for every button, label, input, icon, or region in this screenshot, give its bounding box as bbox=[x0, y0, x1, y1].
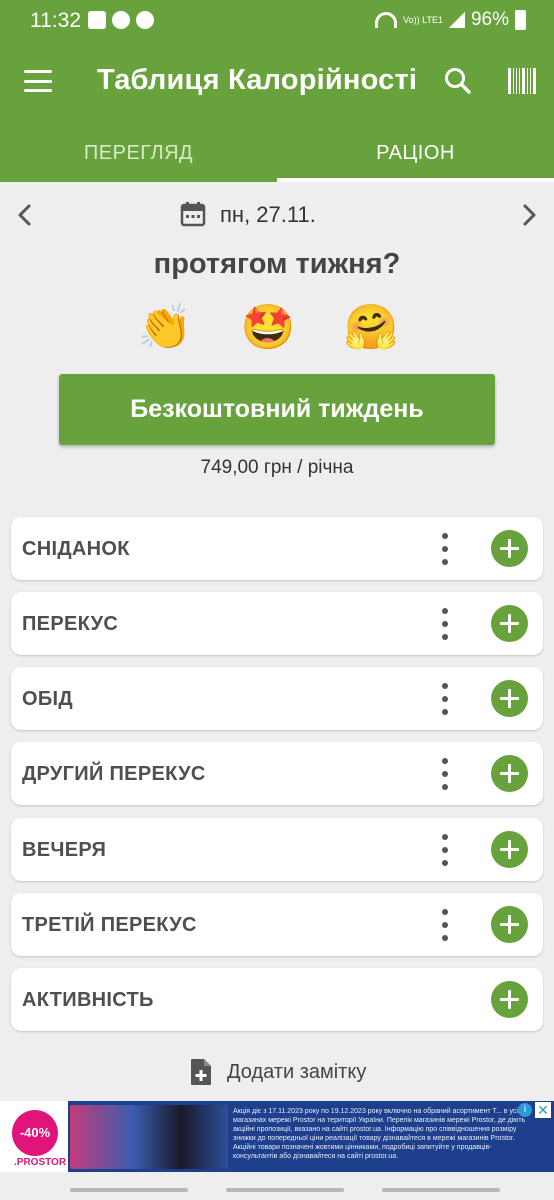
add-circle-icon[interactable] bbox=[491, 906, 528, 943]
meal-label: ВЕЧЕРЯ bbox=[22, 839, 107, 861]
note-add-icon bbox=[191, 1059, 211, 1085]
nav-home-handle[interactable] bbox=[226, 1188, 344, 1192]
free-week-button[interactable]: Безкоштовний тиждень bbox=[59, 374, 495, 445]
info-icon[interactable]: i bbox=[518, 1103, 532, 1117]
subscription-price: 749,00 грн / річна bbox=[200, 457, 354, 478]
menu-icon[interactable] bbox=[24, 70, 52, 92]
status-right: Vo)) LTE1 96% bbox=[375, 9, 526, 31]
search-icon[interactable] bbox=[443, 66, 473, 96]
promo-emojis: 👏 🤩 🤗 bbox=[137, 303, 417, 352]
more-vert-icon[interactable] bbox=[441, 533, 449, 565]
more-vert-icon[interactable] bbox=[441, 758, 449, 790]
date-label[interactable]: пн, 27.11. bbox=[220, 202, 316, 228]
add-note-label: Додати замітку bbox=[227, 1060, 367, 1083]
meal-card-third-snack[interactable]: ТРЕТІЙ ПЕРЕКУС bbox=[11, 893, 543, 956]
ad-badge-area: -40% .PROSTOR bbox=[0, 1101, 68, 1172]
ad-fine-print: Акція діє з 17.11.2023 року по 19.12.202… bbox=[233, 1108, 526, 1160]
add-circle-icon[interactable] bbox=[491, 605, 528, 642]
more-vert-icon[interactable] bbox=[441, 909, 449, 941]
chevron-left-icon[interactable] bbox=[13, 203, 37, 227]
add-circle-icon[interactable] bbox=[491, 981, 528, 1018]
meal-card-snack[interactable]: ПЕРЕКУС bbox=[11, 592, 543, 655]
system-nav-bar bbox=[0, 1172, 554, 1200]
meal-card-lunch[interactable]: ОБІД bbox=[11, 667, 543, 730]
add-note-button[interactable]: Додати замітку bbox=[190, 1057, 366, 1087]
ad-brand: .PROSTOR bbox=[14, 1157, 67, 1168]
meal-label: АКТИВНІСТЬ bbox=[22, 989, 154, 1011]
calendar-icon[interactable] bbox=[180, 201, 206, 227]
promo-question: протягом тижня? bbox=[153, 248, 401, 280]
add-circle-icon[interactable] bbox=[491, 755, 528, 792]
meal-card-second-snack[interactable]: ДРУГИЙ ПЕРЕКУС bbox=[11, 742, 543, 805]
meal-card-activity[interactable]: АКТИВНІСТЬ bbox=[11, 968, 543, 1031]
meal-label: ОБІД bbox=[22, 688, 73, 710]
add-circle-icon[interactable] bbox=[491, 831, 528, 868]
meal-label: ДРУГИЙ ПЕРЕКУС bbox=[22, 763, 206, 785]
barcode-icon[interactable] bbox=[508, 68, 536, 94]
close-icon[interactable]: ✕ bbox=[535, 1102, 551, 1118]
viber-icon bbox=[112, 11, 130, 29]
megaphone-icon bbox=[136, 11, 154, 29]
ad-product-image bbox=[70, 1105, 228, 1169]
network-label: Vo)) LTE1 bbox=[403, 14, 443, 25]
meal-label: ТРЕТІЙ ПЕРЕКУС bbox=[22, 914, 197, 936]
meal-label: ПЕРЕКУС bbox=[22, 613, 119, 635]
page-title: Таблиця Калорійності bbox=[97, 64, 418, 96]
app-toolbar: Таблиця Калорійності bbox=[0, 44, 554, 122]
tab-overview[interactable]: ПЕРЕГЛЯД bbox=[0, 122, 277, 182]
meal-card-breakfast[interactable]: СНІДАНОК bbox=[11, 517, 543, 580]
wifi-icon bbox=[375, 12, 398, 28]
add-circle-icon[interactable] bbox=[491, 680, 528, 717]
signal-icon bbox=[448, 12, 465, 28]
notification-icons bbox=[88, 11, 154, 29]
status-bar: 11:32 Vo)) LTE1 96% bbox=[0, 0, 554, 44]
meal-label: СНІДАНОК bbox=[22, 538, 130, 560]
more-vert-icon[interactable] bbox=[441, 683, 449, 715]
nav-recents-handle[interactable] bbox=[70, 1188, 188, 1192]
nav-back-handle[interactable] bbox=[382, 1188, 500, 1192]
more-vert-icon[interactable] bbox=[441, 608, 449, 640]
meal-card-dinner[interactable]: ВЕЧЕРЯ bbox=[11, 818, 543, 881]
tab-diet[interactable]: РАЦІОН bbox=[277, 122, 554, 182]
gallery-icon bbox=[88, 11, 106, 29]
tab-bar: ПЕРЕГЛЯД РАЦІОН bbox=[0, 122, 554, 182]
battery-percent: 96% bbox=[470, 9, 509, 30]
status-time: 11:32 bbox=[30, 9, 81, 32]
battery-icon bbox=[515, 10, 526, 30]
ad-discount-badge: -40% bbox=[12, 1110, 58, 1156]
add-circle-icon[interactable] bbox=[491, 530, 528, 567]
more-vert-icon[interactable] bbox=[441, 834, 449, 866]
chevron-right-icon[interactable] bbox=[517, 203, 541, 227]
ad-banner[interactable]: -40% .PROSTOR Акція діє з 17.11.2023 рок… bbox=[0, 1101, 554, 1172]
